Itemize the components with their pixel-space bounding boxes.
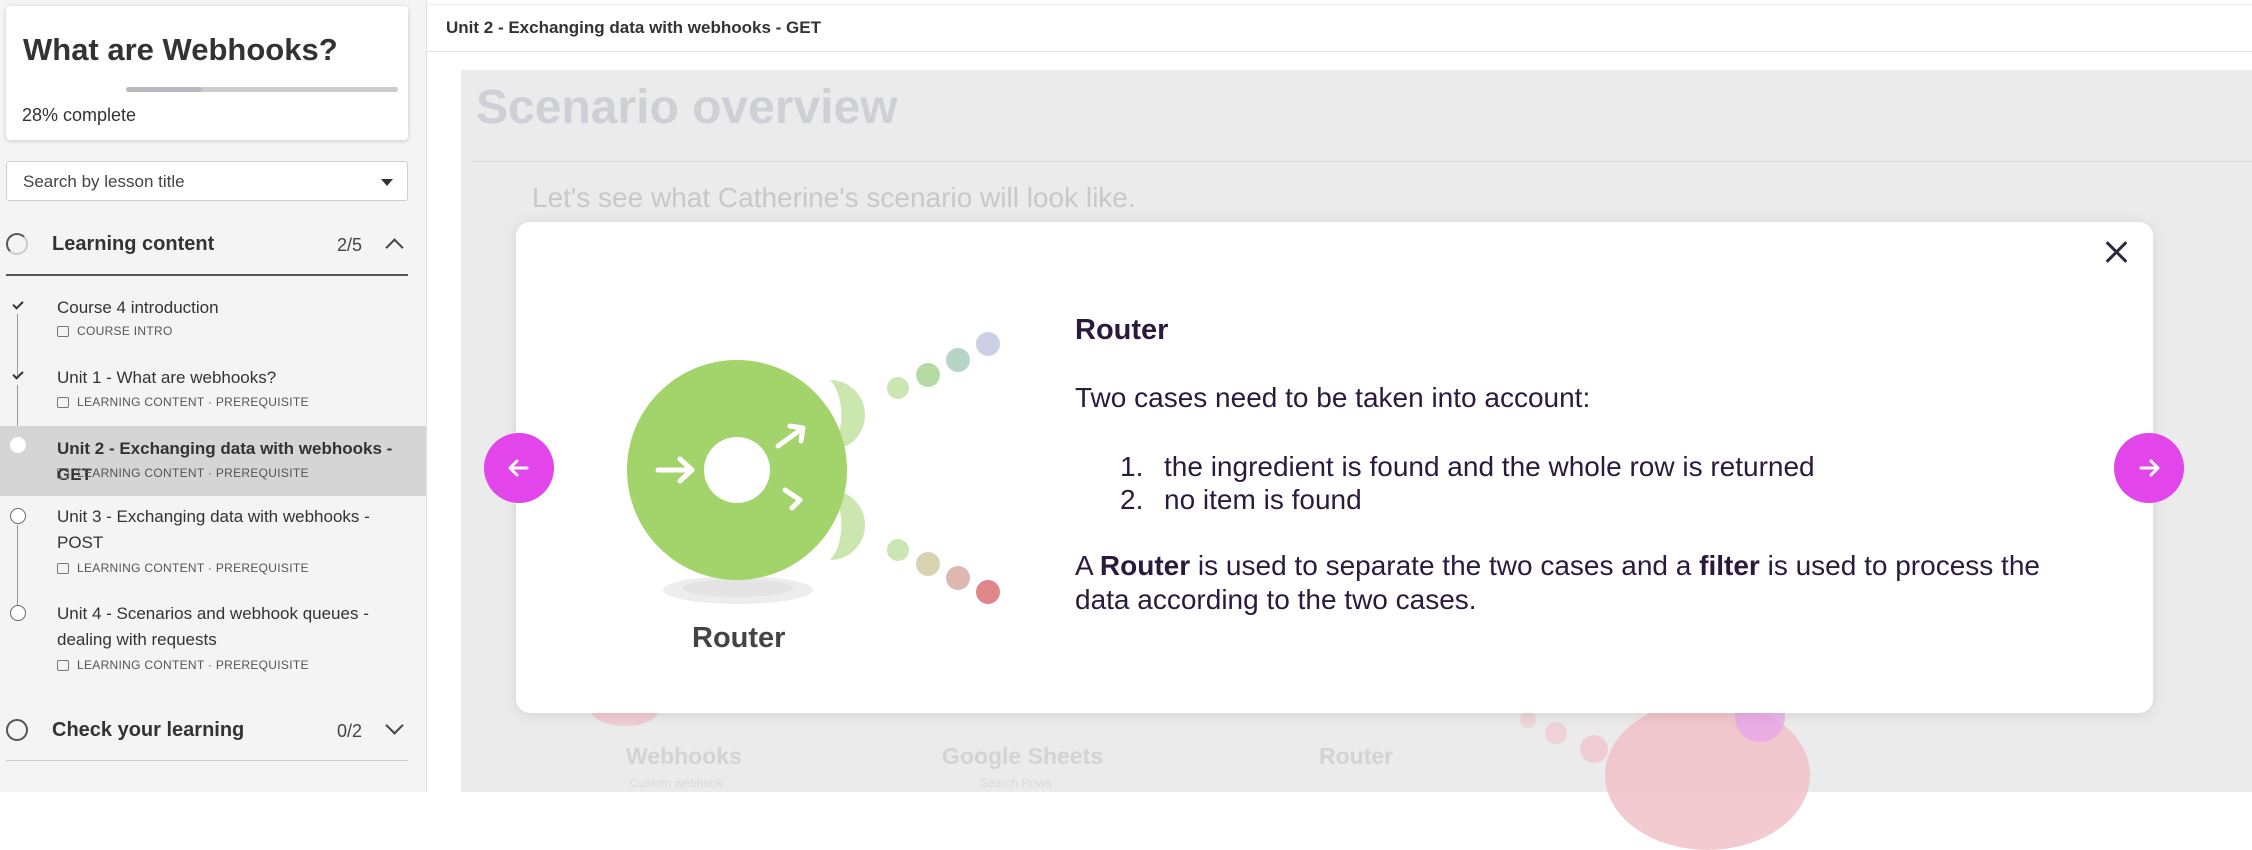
- section-divider: [6, 760, 408, 761]
- para-bold-router: Router: [1099, 550, 1191, 581]
- chevron-up-icon[interactable]: [385, 238, 404, 257]
- course-card: What are Webhooks? 28% complete: [6, 6, 408, 140]
- section-divider: [6, 274, 408, 276]
- incomplete-circle-icon: [10, 508, 26, 524]
- close-icon[interactable]: [2102, 237, 2132, 267]
- modal-intro: Two cases need to be taken into account:: [1075, 382, 1591, 413]
- bg-module-label: Google Sheets: [942, 743, 1104, 769]
- course-sidebar: What are Webhooks? 28% complete Search b…: [0, 0, 426, 792]
- lesson-meta-text: LEARNING CONTENT · PREREQUISITE: [77, 658, 309, 672]
- modal-paragraph: A Router is used to separate the two cas…: [1075, 549, 2075, 617]
- partial-progress-ring-icon: [6, 233, 28, 255]
- current-lesson-dot-icon: [10, 437, 26, 453]
- para-bold-filter: filter: [1699, 550, 1760, 581]
- progress-percent: 28%: [22, 105, 59, 125]
- course-title: What are Webhooks?: [23, 32, 338, 67]
- progress-suffix: complete: [58, 105, 137, 125]
- lesson-meta-text: LEARNING CONTENT · PREREQUISITE: [77, 561, 309, 575]
- progress-fill: [126, 87, 203, 92]
- section-count: 0/2: [337, 721, 363, 741]
- section-count: 2/5: [337, 235, 363, 255]
- modal-title: Router: [1075, 314, 1169, 346]
- lesson-slides-icon: [57, 468, 69, 479]
- unit-title-bar: Unit 2 - Exchanging data with webhooks -…: [427, 4, 2252, 52]
- para-text: A: [1075, 550, 1100, 581]
- lesson-title: Course 4 introduction: [57, 298, 219, 317]
- section-learning-content[interactable]: Learning content 2/5: [0, 219, 410, 269]
- lesson-search-select[interactable]: Search by lesson title: [6, 161, 408, 201]
- lesson-slides-icon: [57, 660, 69, 671]
- next-slide-button[interactable]: [2114, 433, 2184, 503]
- bg-dot-icon: [1545, 722, 1567, 744]
- section-label: Learning content: [52, 233, 215, 255]
- list-number: 2.: [1120, 484, 1144, 515]
- lesson-slides-icon: [57, 397, 69, 408]
- caret-down-icon: [381, 179, 393, 186]
- progress-ring-icon: [6, 719, 28, 741]
- bg-dot-icon: [1520, 712, 1536, 728]
- list-item: 1. the ingredient is found and the whole …: [1120, 450, 1815, 483]
- list-text: no item is found: [1164, 484, 1362, 515]
- lesson-title: Unit 1 - What are webhooks?: [57, 368, 277, 387]
- scenario-subtitle: Let's see what Catherine's scenario will…: [532, 182, 1136, 213]
- lesson-meta: LEARNING CONTENT · PREREQUISITE: [57, 658, 309, 672]
- chevron-down-icon[interactable]: [385, 716, 404, 735]
- lesson-item-current[interactable]: Unit 2 - Exchanging data with webhooks -…: [0, 426, 426, 496]
- bg-module-label: Webhooks: [626, 743, 742, 769]
- lesson-meta: LEARNING CONTENT · PREREQUISITE: [57, 561, 309, 575]
- arrow-right-icon: [2139, 459, 2160, 477]
- lesson-meta: LEARNING CONTENT · PREREQUISITE: [57, 395, 309, 409]
- check-icon: [10, 368, 26, 384]
- arrow-left-icon: [508, 459, 529, 477]
- lesson-meta-text: LEARNING CONTENT · PREREQUISITE: [77, 466, 309, 480]
- section-check-your-learning[interactable]: Check your learning 0/2: [0, 705, 410, 755]
- bg-dot-icon: [1580, 735, 1608, 763]
- para-text: is used to separate the two cases and a: [1190, 550, 1700, 581]
- progress-text: 28% complete: [22, 105, 136, 126]
- incomplete-circle-icon: [10, 605, 26, 621]
- lesson-meta: LEARNING CONTENT · PREREQUISITE: [57, 466, 309, 480]
- lesson-slides-icon: [57, 563, 69, 574]
- progress-bar: [126, 87, 398, 92]
- lesson-meta: COURSE INTRO: [57, 324, 173, 338]
- modal-list: 1. the ingredient is found and the whole …: [1120, 450, 1815, 516]
- lesson-item[interactable]: Unit 3 - Exchanging data with webhooks -…: [0, 500, 426, 590]
- lesson-item[interactable]: Unit 1 - What are webhooks? LEARNING CON…: [0, 359, 426, 421]
- lesson-item[interactable]: Unit 4 - Scenarios and webhook queues - …: [0, 597, 426, 687]
- lesson-title: Unit 2 - Exchanging data with webhooks -…: [57, 439, 393, 484]
- lesson-item[interactable]: Course 4 introduction COURSE INTRO: [0, 289, 426, 349]
- title-divider: [472, 161, 2252, 162]
- unit-title: Unit 2 - Exchanging data with webhooks -…: [446, 18, 821, 37]
- list-text: the ingredient is found and the whole ro…: [1164, 451, 1815, 482]
- search-placeholder: Search by lesson title: [23, 172, 185, 191]
- previous-slide-button[interactable]: [484, 433, 554, 503]
- lesson-title: Unit 4 - Scenarios and webhook queues - …: [57, 604, 369, 649]
- bg-module-sublabel: Custom webhook: [630, 776, 723, 790]
- lesson-doc-icon: [57, 326, 69, 337]
- lesson-meta-text: COURSE INTRO: [77, 324, 173, 338]
- check-icon: [10, 298, 26, 314]
- bg-module-label: Router: [1319, 743, 1394, 769]
- lesson-meta-text: LEARNING CONTENT · PREREQUISITE: [77, 395, 309, 409]
- router-image-caption: Router: [692, 622, 786, 654]
- list-item: 2. no item is found: [1120, 483, 1815, 516]
- scenario-title: Scenario overview: [476, 81, 898, 134]
- lesson-title: Unit 3 - Exchanging data with webhooks -…: [57, 507, 370, 552]
- section-label: Check your learning: [52, 719, 245, 741]
- list-number: 1.: [1120, 451, 1144, 482]
- bg-module-sublabel: Search Rows: [980, 776, 1052, 790]
- router-icon: [627, 332, 1000, 604]
